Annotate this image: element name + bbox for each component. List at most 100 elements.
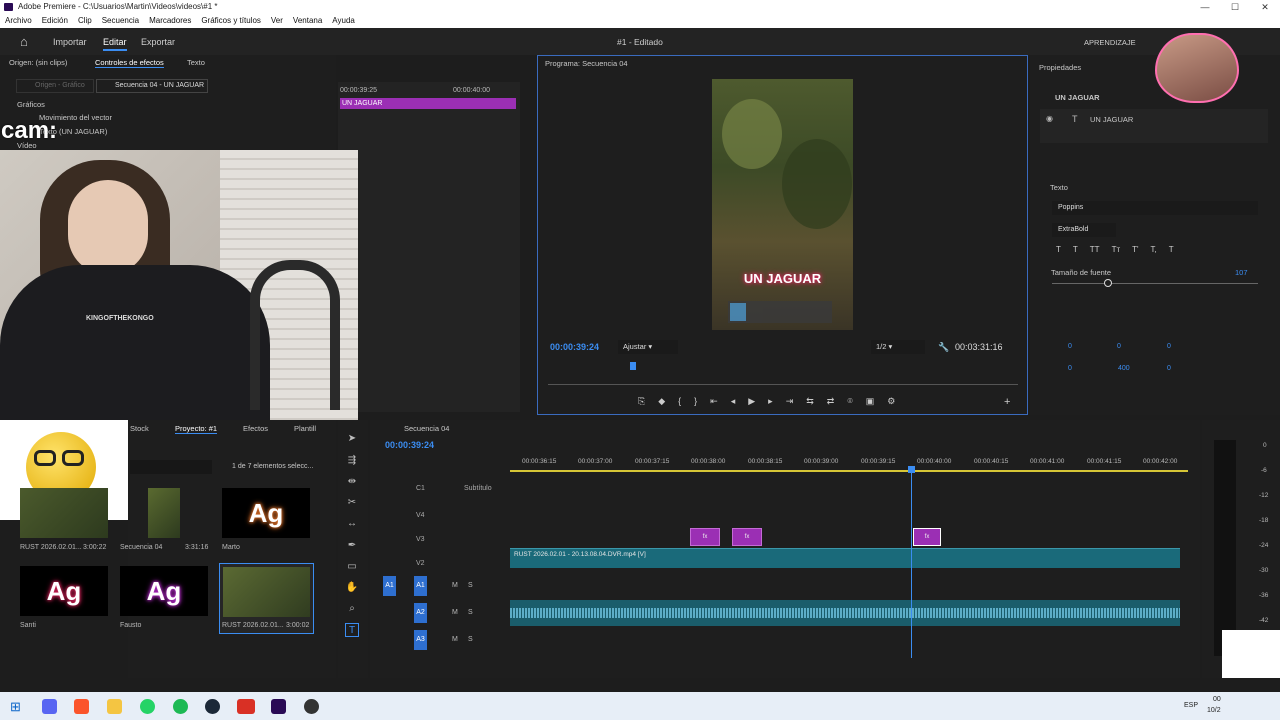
track-header-v4[interactable]: V4 — [376, 507, 510, 527]
menu-ayuda[interactable]: Ayuda — [332, 14, 355, 28]
tab-templates[interactable]: Plantill — [294, 424, 316, 433]
mark-out-icon[interactable]: } — [694, 396, 697, 410]
marker-icon[interactable]: ◆ — [658, 396, 665, 410]
tab-effects[interactable]: Efectos — [243, 424, 268, 433]
media-app-icon[interactable] — [237, 699, 255, 714]
compare-icon[interactable]: ▣ — [866, 396, 875, 410]
go-to-in-icon[interactable]: ⇤ — [710, 396, 718, 410]
tab-importar[interactable]: Importar — [53, 37, 87, 47]
spacing-value-2[interactable]: 400 — [1118, 365, 1130, 372]
menu-secuencia[interactable]: Secuencia — [102, 14, 139, 28]
audio-clip-a2[interactable] — [510, 600, 1180, 626]
tab-source[interactable]: Origen: (sin clips) — [9, 58, 67, 67]
faux-bold-button[interactable]: T — [1056, 245, 1061, 254]
bin-thumb-fausto[interactable]: Ag — [120, 566, 208, 616]
hand-tool-icon[interactable]: ✋ — [345, 581, 359, 595]
menu-archivo[interactable]: Archivo — [5, 14, 32, 28]
tab-stock[interactable]: Stock — [130, 424, 149, 433]
spacing-value-1[interactable]: 0 — [1068, 365, 1072, 372]
timeline-ruler[interactable]: 00:00:36:15 00:00:37:00 00:00:37:15 00:0… — [510, 456, 1188, 474]
clock-date[interactable]: 10/2 — [1207, 707, 1221, 714]
maximize-button[interactable]: ☐ — [1220, 0, 1250, 14]
track-header-c1[interactable]: C1 Subtítulo — [376, 480, 510, 500]
graphic-clip[interactable]: fx — [690, 528, 720, 546]
track-target-a1[interactable]: A1 — [414, 576, 427, 596]
menu-clip[interactable]: Clip — [78, 14, 92, 28]
tracking-value-1[interactable]: 0 — [1068, 343, 1072, 350]
tab-effect-controls[interactable]: Controles de efectos — [95, 58, 164, 68]
home-icon[interactable]: ⌂ — [20, 34, 28, 49]
superscript-button[interactable]: T' — [1132, 245, 1138, 254]
close-button[interactable]: ✕ — [1250, 0, 1280, 14]
mute-a2-button[interactable]: M — [452, 609, 458, 616]
faux-italic-button[interactable]: T — [1073, 245, 1078, 254]
menu-ver[interactable]: Ver — [271, 14, 283, 28]
step-back-icon[interactable]: ◂ — [731, 396, 736, 410]
sequence-graphic-dropdown[interactable]: Secuencia 04 - UN JAGUAR — [96, 79, 208, 93]
track-target-a2[interactable]: A2 — [414, 603, 427, 623]
camera-icon[interactable]: ⌾ — [847, 396, 852, 410]
go-to-out-icon[interactable]: ⇥ — [786, 396, 794, 410]
menu-graficos[interactable]: Gráficos y títulos — [201, 14, 261, 28]
ripple-edit-tool-icon[interactable]: ⇹ — [345, 475, 359, 489]
play-icon[interactable]: ▶ — [748, 396, 755, 410]
font-size-value[interactable]: 107 — [1235, 268, 1248, 277]
video-clip-v2[interactable]: RUST 2026.02.01 - 20.13.08.04.DVR.mp4 [V… — [510, 548, 1180, 568]
brave-icon[interactable] — [74, 699, 89, 714]
graphic-clip[interactable]: fx — [732, 528, 762, 546]
program-scrubber[interactable] — [548, 384, 1018, 385]
mute-a3-button[interactable]: M — [452, 636, 458, 643]
font-style-dropdown[interactable]: ExtraBold — [1052, 223, 1116, 237]
discord-icon[interactable] — [42, 699, 57, 714]
timeline-playhead-handle[interactable] — [908, 466, 915, 473]
obs-icon[interactable] — [304, 699, 319, 714]
mute-a1-button[interactable]: M — [452, 582, 458, 589]
playhead-marker[interactable] — [630, 362, 636, 370]
bin-thumb-rust-1[interactable] — [20, 488, 108, 538]
layer-text-item[interactable]: UN JAGUAR — [1090, 115, 1133, 124]
spacing-value-3[interactable]: 0 — [1167, 365, 1171, 372]
insert-icon[interactable]: ⇆ — [806, 396, 814, 410]
solo-a3-button[interactable]: S — [468, 636, 473, 643]
tracking-value-2[interactable]: 0 — [1117, 343, 1121, 350]
timeline-timecode[interactable]: 00:00:39:24 — [385, 440, 434, 450]
language-indicator[interactable]: ESP — [1184, 702, 1198, 709]
pen-tool-icon[interactable]: ✒ — [345, 539, 359, 553]
file-explorer-icon[interactable] — [107, 699, 122, 714]
learning-link[interactable]: APRENDIZAJE — [1084, 38, 1136, 47]
all-caps-button[interactable]: TT — [1090, 245, 1100, 254]
menu-marcadores[interactable]: Marcadores — [149, 14, 191, 28]
ec-graphic-clip[interactable]: UN JAGUAR — [340, 98, 516, 109]
small-caps-button[interactable]: Tт — [1112, 245, 1121, 254]
zoom-tool-icon[interactable]: ⌕ — [345, 602, 359, 616]
menu-edicion[interactable]: Edición — [42, 14, 68, 28]
graphic-clip-selected[interactable]: fx — [913, 528, 941, 546]
eye-icon[interactable]: ◉ — [1046, 114, 1053, 123]
fit-dropdown[interactable]: Ajustar ▾ — [618, 340, 678, 354]
solo-a1-button[interactable]: S — [468, 582, 473, 589]
bin-thumb-santi[interactable]: Ag — [20, 566, 108, 616]
selection-tool-icon[interactable]: ➤ — [345, 432, 359, 446]
underline-button[interactable]: T — [1169, 245, 1174, 254]
track-target-a3[interactable]: A3 — [414, 630, 427, 650]
bin-thumb-marto[interactable]: Ag — [222, 488, 310, 538]
spotify-icon[interactable] — [173, 699, 188, 714]
program-timecode[interactable]: 00:00:39:24 — [550, 342, 599, 352]
add-button-icon[interactable]: + — [1004, 396, 1010, 408]
subscript-button[interactable]: T, — [1151, 245, 1157, 254]
font-dropdown[interactable]: Poppins — [1052, 201, 1258, 215]
menu-ventana[interactable]: Ventana — [293, 14, 322, 28]
settings-icon[interactable]: ⚙ — [887, 396, 895, 410]
slip-tool-icon[interactable]: ↔ — [345, 517, 359, 531]
timeline-playhead[interactable] — [911, 468, 912, 658]
project-search-input[interactable] — [130, 460, 212, 474]
tab-project[interactable]: Proyecto: #1 — [175, 424, 218, 434]
mark-in-icon[interactable]: { — [678, 396, 681, 410]
solo-a2-button[interactable]: S — [468, 609, 473, 616]
work-area-bar[interactable] — [510, 470, 1188, 472]
lift-icon[interactable]: ⎘ — [638, 396, 645, 410]
step-forward-icon[interactable]: ▸ — [768, 396, 773, 410]
source-graphic-dropdown[interactable]: Origen - Gráfico — [16, 79, 94, 93]
source-patch-a1[interactable]: A1 — [383, 576, 396, 596]
windows-start-icon[interactable]: ⊞ — [10, 699, 21, 715]
